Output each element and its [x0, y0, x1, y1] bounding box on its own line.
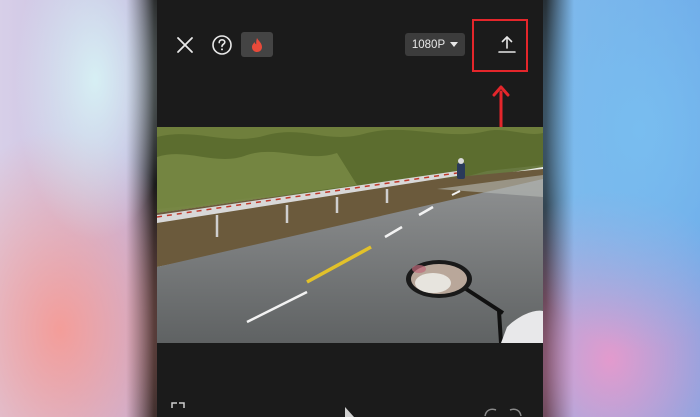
resolution-dropdown[interactable]: 1080P	[405, 33, 465, 56]
redo-icon[interactable]	[509, 406, 523, 417]
video-frame	[157, 127, 543, 343]
chevron-down-icon	[450, 42, 459, 47]
help-icon	[212, 35, 232, 55]
video-preview[interactable]	[157, 127, 543, 343]
fullscreen-icon[interactable]	[171, 402, 185, 417]
play-icon[interactable]	[343, 406, 355, 417]
undo-icon[interactable]	[483, 406, 497, 417]
editor-screen: 1080P	[157, 0, 543, 417]
hot-effects-button[interactable]	[241, 32, 273, 57]
close-icon	[177, 37, 193, 53]
resolution-label: 1080P	[411, 38, 446, 51]
close-button[interactable]	[173, 33, 197, 57]
playback-controls	[157, 402, 543, 417]
flame-icon	[252, 37, 262, 52]
export-button[interactable]	[485, 22, 529, 66]
help-button[interactable]	[210, 33, 234, 57]
export-upload-icon	[498, 36, 516, 53]
